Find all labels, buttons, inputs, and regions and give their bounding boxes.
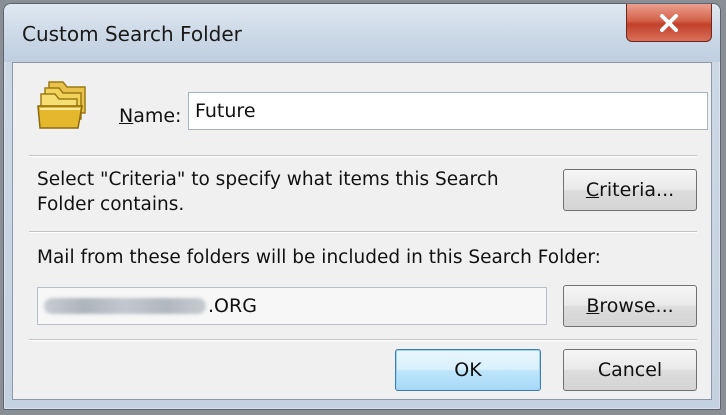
close-icon [660,13,678,32]
redacted-email [44,298,206,314]
name-input[interactable] [188,92,708,130]
folders-field-value: .ORG [208,295,257,317]
separator [29,339,697,341]
separator [29,155,697,157]
ok-button[interactable]: OK [395,349,541,391]
browse-button[interactable]: Browse... [563,285,697,327]
close-button[interactable] [626,4,712,42]
cancel-button[interactable]: Cancel [563,349,697,391]
title-bar[interactable]: Custom Search Folder [4,4,720,62]
folders-description: Mail from these folders will be included… [37,247,601,268]
criteria-description: Select "Criteria" to specify what items … [37,169,499,215]
custom-search-folder-dialog: Custom Search Folder Name: Select "Crite… [3,3,721,410]
criteria-button[interactable]: Criteria... [563,169,697,211]
dialog-body: Name: Select "Criteria" to specify what … [12,62,712,400]
separator [29,231,697,233]
dialog-title: Custom Search Folder [22,22,242,46]
folders-field: .ORG [37,287,547,325]
search-folder-icon [37,81,86,129]
name-label: Name: [119,105,182,127]
